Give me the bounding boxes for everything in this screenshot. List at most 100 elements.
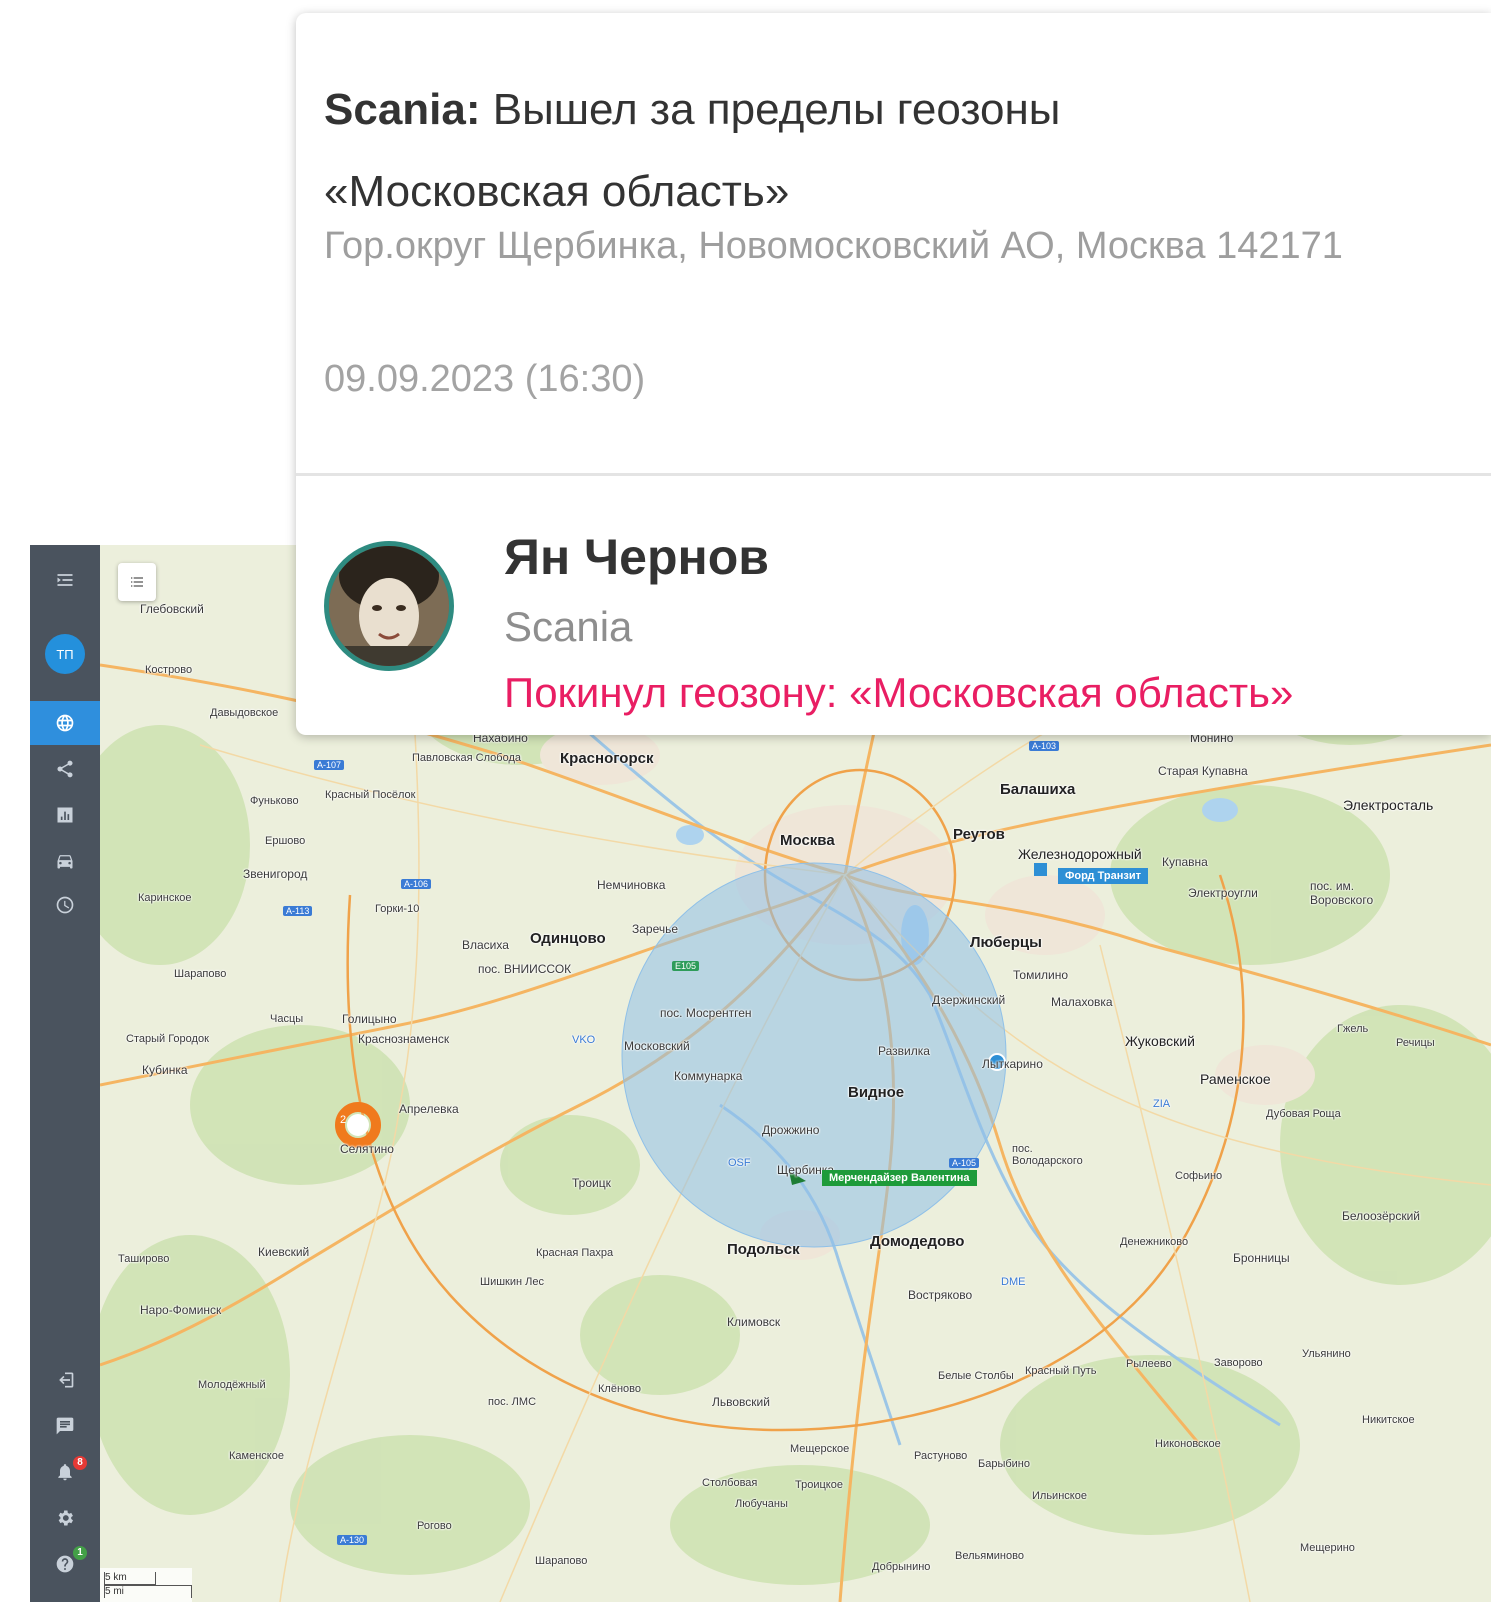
map-label: Краснознаменск	[358, 1032, 450, 1046]
map-label: Белоозёрский	[1342, 1209, 1421, 1223]
map-label: Гжель	[1337, 1023, 1369, 1035]
map-label: Развилка	[878, 1044, 930, 1058]
map-label: Никоновское	[1155, 1438, 1221, 1450]
geofence-circle	[621, 862, 1007, 1248]
help-question-icon[interactable]: 1	[30, 1542, 100, 1586]
person-photo-icon	[329, 546, 449, 666]
map-label: Ульянино	[1302, 1348, 1351, 1360]
map-label: Рогово	[417, 1520, 452, 1532]
scale-km: 5 km	[104, 1572, 156, 1585]
settings-gear-icon[interactable]	[30, 1496, 100, 1540]
map-label: Растуново	[914, 1450, 968, 1462]
notifications-bell-icon[interactable]: 8	[30, 1450, 100, 1494]
map-label: Фуньково	[250, 795, 299, 807]
map-label: Шишкин Лес	[480, 1276, 544, 1288]
notification-address: Гор.округ Щербинка, Новомосковский АО, М…	[324, 225, 1343, 267]
city-label: Красногорск	[560, 750, 654, 767]
map-label: пос. ВНИИССОК	[478, 962, 572, 976]
notification-message: Вышел за пределы геозоны	[492, 85, 1061, 134]
layers-toggle-button[interactable]	[118, 563, 156, 601]
map-label: Столбовая	[702, 1477, 758, 1489]
map-label: Давыдовское	[210, 707, 279, 719]
map-label: Белые Столбы	[938, 1370, 1014, 1382]
map-label: Денежниково	[1120, 1236, 1189, 1248]
notification-card[interactable]: Scania: Вышел за пределы геозоны «Москов…	[296, 13, 1491, 735]
map-label: Таширово	[118, 1253, 170, 1265]
map-label: Рылеево	[1126, 1358, 1172, 1370]
map-label: Лыткарино	[982, 1057, 1043, 1071]
divider	[296, 473, 1491, 476]
map-label: Горки-10	[375, 903, 420, 915]
notification-vehicle: Scania:	[324, 85, 481, 134]
history-clock-icon[interactable]	[30, 883, 100, 927]
map-label: Электросталь	[1343, 797, 1434, 813]
notification-geofence: «Московская область»	[324, 167, 790, 216]
airport-label: ZIA	[1153, 1098, 1171, 1110]
map-label: Ильинское	[1032, 1490, 1087, 1502]
map-label: Жуковский	[1125, 1033, 1195, 1049]
map-label: Глебовский	[140, 602, 204, 616]
map-globe-icon[interactable]	[30, 701, 100, 745]
road-badge: E105	[672, 961, 700, 971]
person-company: Scania	[504, 603, 633, 650]
map-label: Кубинка	[142, 1063, 188, 1077]
share-icon[interactable]	[30, 747, 100, 791]
map-label: Бронницы	[1233, 1251, 1290, 1265]
collapse-menu-icon[interactable]	[30, 558, 100, 602]
map-label: Климовск	[727, 1315, 781, 1329]
notifications-count-badge: 8	[73, 1456, 87, 1470]
vehicle-tag-ford-transit[interactable]: Форд Транзит	[1058, 868, 1148, 884]
logout-icon[interactable]	[30, 1358, 100, 1402]
sidebar: ТП 8 1	[30, 545, 100, 1602]
map-label: Шарапово	[174, 968, 227, 980]
event-description: Покинул геозону: «Московская область»	[504, 669, 1294, 716]
city-label: Люберцы	[970, 934, 1042, 951]
map-label: Речицы	[1396, 1037, 1435, 1049]
map-label: Власиха	[462, 938, 509, 952]
messages-icon[interactable]	[30, 1404, 100, 1448]
map-label: Звенигород	[243, 867, 308, 881]
map-label: Апрелевка	[399, 1102, 459, 1116]
map-label: Красная Пахра	[536, 1247, 614, 1259]
map-label: Ершово	[265, 835, 306, 847]
map-label: Часцы	[270, 1013, 304, 1025]
user-avatar[interactable]: ТП	[45, 634, 85, 674]
city-label: Реутов	[953, 826, 1005, 843]
map-label: Старый Городок	[126, 1033, 209, 1045]
map-label: Павловская Слобода	[412, 752, 521, 764]
list-icon	[131, 577, 143, 587]
map-label: Немчиновка	[597, 878, 666, 892]
cluster-count[interactable]: 2	[340, 1114, 346, 1126]
car-icon[interactable]	[30, 839, 100, 883]
road-badge: A-107	[314, 760, 345, 770]
map-label: Клёново	[598, 1383, 641, 1395]
map-label: Селятино	[340, 1142, 394, 1156]
map-label: Томилино	[1013, 968, 1069, 982]
map-label: Барыбино	[978, 1458, 1030, 1470]
map-label: Красный Посёлок	[325, 789, 416, 801]
map-label: Купавна	[1162, 855, 1208, 869]
map-label: Востряково	[908, 1288, 973, 1302]
city-label: Подольск	[727, 1241, 800, 1258]
person-name: Ян Чернов	[504, 529, 769, 585]
reports-chart-icon[interactable]	[30, 793, 100, 837]
map-label: Заворово	[1214, 1357, 1263, 1369]
road-badge: A-103	[1029, 741, 1060, 751]
person-avatar	[324, 541, 454, 671]
map-label: пос. Володарского	[1012, 1143, 1083, 1167]
vehicle-tag-merchandiser[interactable]: Мерчендайзер Валентина	[822, 1170, 977, 1186]
map-label: Железнодорожный	[1018, 846, 1142, 862]
notification-title: Scania: Вышел за пределы геозоны «Москов…	[324, 69, 1474, 233]
map-label: Молодёжный	[198, 1379, 266, 1391]
map-scale: 5 km 5 mi	[100, 1568, 192, 1602]
road-badge: A-105	[949, 1158, 980, 1168]
map-label: пос. ЛМС	[488, 1396, 537, 1408]
help-count-badge: 1	[73, 1546, 87, 1560]
map-label: Троицк	[572, 1176, 611, 1190]
map-label: Кострово	[145, 664, 193, 676]
road-badge: A-130	[337, 1535, 368, 1545]
map-label: пос. им. Воровского	[1310, 879, 1374, 907]
city-label: Москва	[780, 832, 835, 849]
map-label: Шарапово	[535, 1555, 588, 1567]
map-label: Каменское	[229, 1450, 284, 1462]
